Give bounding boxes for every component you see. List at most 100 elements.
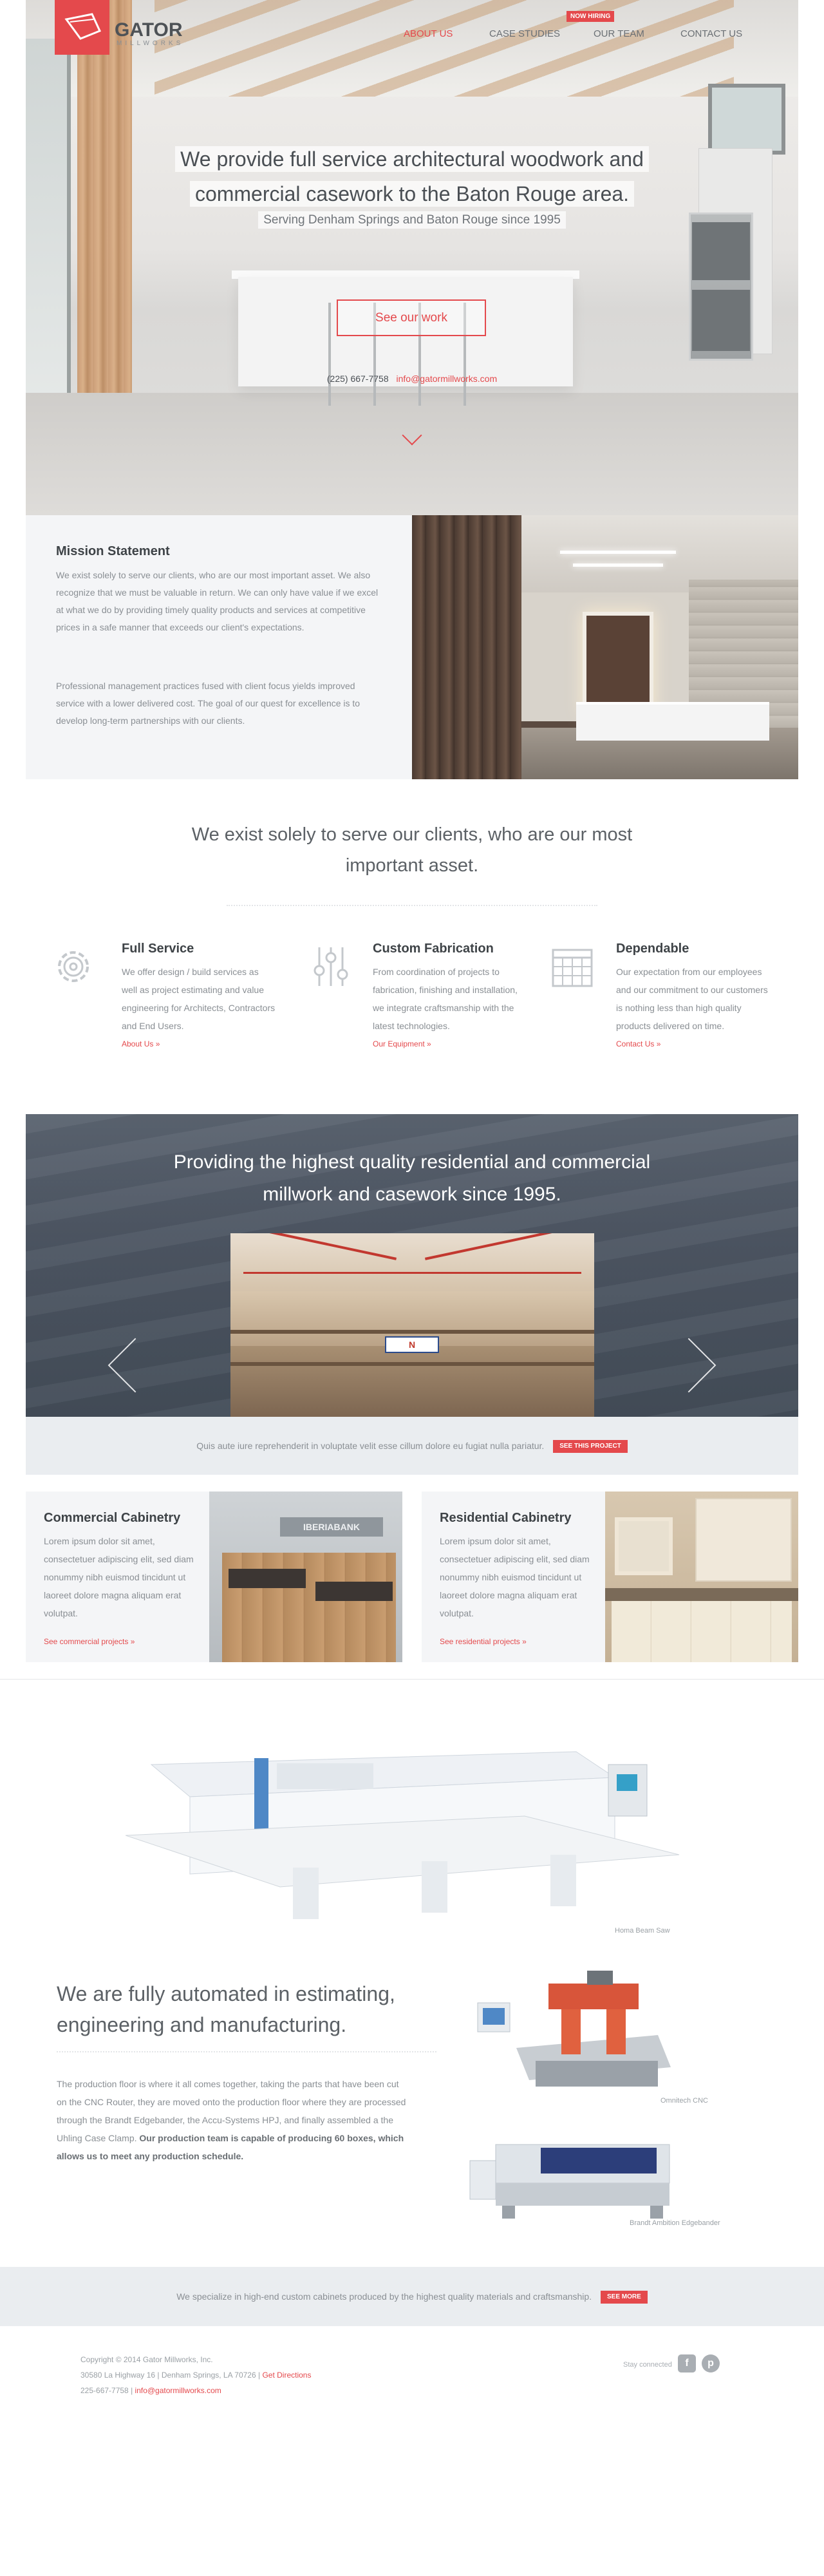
cnc-caption: Omnitech CNC [660, 2097, 708, 2105]
cnc-router-image [477, 1971, 671, 2087]
project-cta: Quis aute iure reprehenderit in voluptat… [26, 1417, 798, 1475]
slide-railing [230, 1362, 594, 1366]
slide-floor [230, 1346, 594, 1417]
now-hiring-badge[interactable]: NOW HIRING [566, 11, 615, 22]
feature-description: From coordination of projects to fabrica… [373, 967, 518, 1031]
section-divider [0, 1679, 824, 1680]
dotted-divider [57, 2051, 436, 2052]
banner-title-line2: millwork and casework since 1995. [263, 1184, 561, 1205]
hero-subtitle: Serving Denham Springs and Baton Rouge s… [26, 211, 798, 229]
hero-title-line1: We provide full service architectural wo… [175, 146, 649, 172]
residential-cabinetry-text: Lorem ipsum dolor sit amet, consectetuer… [440, 1536, 590, 1618]
stay-connected-label: Stay connected [623, 2361, 672, 2369]
feature-text-custom-fabrication: From coordination of projects to fabrica… [373, 963, 527, 1053]
feature-description: Our expectation from our employees and o… [616, 967, 768, 1031]
nav-our-team[interactable]: OUR TEAM [594, 28, 644, 39]
hero-title: We provide full service architectural wo… [26, 142, 798, 211]
beam-saw-caption: Homa Beam Saw [615, 1927, 670, 1935]
edgebander-image [469, 2144, 670, 2219]
project-cta-bar: Quis aute iure reprehenderit in voluptat… [26, 1417, 798, 1475]
footer-contact-line: 225-667-7758 | info@gatormillworks.com [80, 2383, 311, 2398]
nav-contact-us[interactable]: CONTACT US [680, 28, 742, 39]
our-equipment-link[interactable]: Our Equipment » [373, 1035, 527, 1053]
photo-bank-sign: IBERIABANK [280, 1517, 383, 1537]
footer-address-line: 30580 La Highway 16 | Denham Springs, LA… [80, 2367, 311, 2383]
automation-text: The production floor is where it all com… [57, 2075, 407, 2165]
footer-copyright: Copyright © 2014 Gator Millworks, Inc. [80, 2355, 213, 2364]
dotted-divider [227, 905, 597, 906]
see-our-work-button[interactable]: See our work [337, 299, 486, 336]
hero-contact: (225) 667-7758 info@gatormillworks.com [26, 374, 798, 384]
hero-phone[interactable]: (225) 667-7758 [327, 374, 389, 384]
mission-panel: Mission Statement We exist solely to ser… [26, 515, 412, 779]
values-headline-line2: important asset. [345, 855, 479, 876]
beam-saw-image [126, 1751, 680, 1919]
mission-paragraph-1: We exist solely to serve our clients, wh… [56, 570, 379, 632]
photo-ceiling-light [573, 564, 663, 567]
banner-title: Providing the highest quality residentia… [26, 1146, 798, 1211]
project-slide-image: N [230, 1233, 594, 1417]
hero-title-line2: commercial casework to the Baton Rouge a… [189, 181, 635, 207]
photo-ceiling-light [560, 551, 676, 554]
slide-sign: N [385, 1336, 439, 1353]
feature-title-full-service: Full Service [122, 942, 194, 956]
banner-title-line1: Providing the highest quality residentia… [173, 1151, 651, 1173]
hero-oven-door-top [692, 222, 750, 280]
photo-lower-cabinets [612, 1601, 792, 1662]
logo-mark[interactable] [55, 0, 109, 55]
residential-cabinetry-photo [605, 1492, 798, 1662]
feature-title-custom-fabrication: Custom Fabrication [373, 942, 494, 956]
specialize-cta: We specialize in high-end custom cabinet… [0, 2267, 824, 2326]
sliders-icon [314, 947, 348, 986]
values-headline: We exist solely to serve our clients, wh… [154, 819, 670, 881]
photo-lit-doorway [583, 612, 653, 715]
footer-phone[interactable]: 225-667-7758 | [80, 2386, 133, 2395]
footer-address: 30580 La Highway 16 | Denham Springs, LA… [80, 2371, 261, 2380]
photo-wood-wall [412, 515, 521, 779]
photo-granite-counter [315, 1582, 393, 1601]
contact-us-link[interactable]: Contact Us » [616, 1035, 771, 1053]
values-headline-line1: We exist solely to serve our clients, wh… [191, 824, 633, 845]
commercial-projects-link[interactable]: See commercial projects » [44, 1637, 135, 1646]
hero-oven-door-bottom [692, 290, 750, 351]
gear-icon [58, 951, 89, 982]
mission-photo [412, 515, 798, 779]
edgebander-caption: Brandt Ambition Edgebander [630, 2219, 720, 2227]
photo-granite-counter [229, 1569, 306, 1588]
hero-stool [328, 303, 331, 406]
hero-subtitle-text: Serving Denham Springs and Baton Rouge s… [258, 211, 566, 229]
specialize-text: We specialize in high-end custom cabinet… [176, 2291, 592, 2302]
hero-ceiling-beams [154, 0, 734, 97]
commercial-cabinetry-card: Commercial Cabinetry Lorem ipsum dolor s… [26, 1492, 402, 1662]
logo-wordmark[interactable]: GATOR [115, 19, 183, 41]
get-directions-link[interactable]: Get Directions [262, 2371, 311, 2380]
about-us-link[interactable]: About Us » [122, 1035, 276, 1053]
residential-projects-link[interactable]: See residential projects » [440, 1637, 527, 1646]
commercial-cabinetry-title: Commercial Cabinetry [44, 1511, 181, 1525]
pinterest-icon[interactable]: p [702, 2354, 720, 2372]
feature-description: We offer design / build services as well… [122, 967, 276, 1031]
see-this-project-button[interactable]: SEE THIS PROJECT [553, 1440, 628, 1454]
slide-truss [243, 1272, 581, 1274]
project-banner: Providing the highest quality residentia… [26, 1114, 798, 1417]
residential-cabinetry-card: Residential Cabinetry Lorem ipsum dolor … [422, 1492, 798, 1662]
photo-countertop [605, 1588, 798, 1601]
mission-paragraph-2: Professional management practices fused … [56, 681, 360, 726]
see-more-button[interactable]: SEE MORE [600, 2291, 648, 2304]
facebook-icon[interactable]: f [678, 2354, 696, 2372]
hero-left-window [26, 39, 71, 451]
project-cta-text: Quis aute iure reprehenderit in voluptat… [196, 1441, 545, 1451]
footer-info: Copyright © 2014 Gator Millworks, Inc. 3… [80, 2352, 311, 2398]
mission-heading: Mission Statement [56, 544, 170, 558]
residential-cabinetry-title: Residential Cabinetry [440, 1511, 572, 1525]
nav-about-us[interactable]: ABOUT US [404, 28, 453, 39]
hero-floor [26, 393, 798, 515]
slide-railing [230, 1330, 594, 1334]
feature-text-dependable: Our expectation from our employees and o… [616, 963, 771, 1053]
automation-title: We are fully automated in estimating, en… [57, 1982, 395, 2036]
footer-email-link[interactable]: info@gatormillworks.com [135, 2386, 221, 2395]
nav-case-studies[interactable]: CASE STUDIES [489, 28, 560, 39]
hero-email-link[interactable]: info@gatormillworks.com [397, 374, 498, 384]
photo-upper-cabinets [695, 1498, 792, 1582]
logo-tagline: MILLWORKS [117, 40, 184, 47]
